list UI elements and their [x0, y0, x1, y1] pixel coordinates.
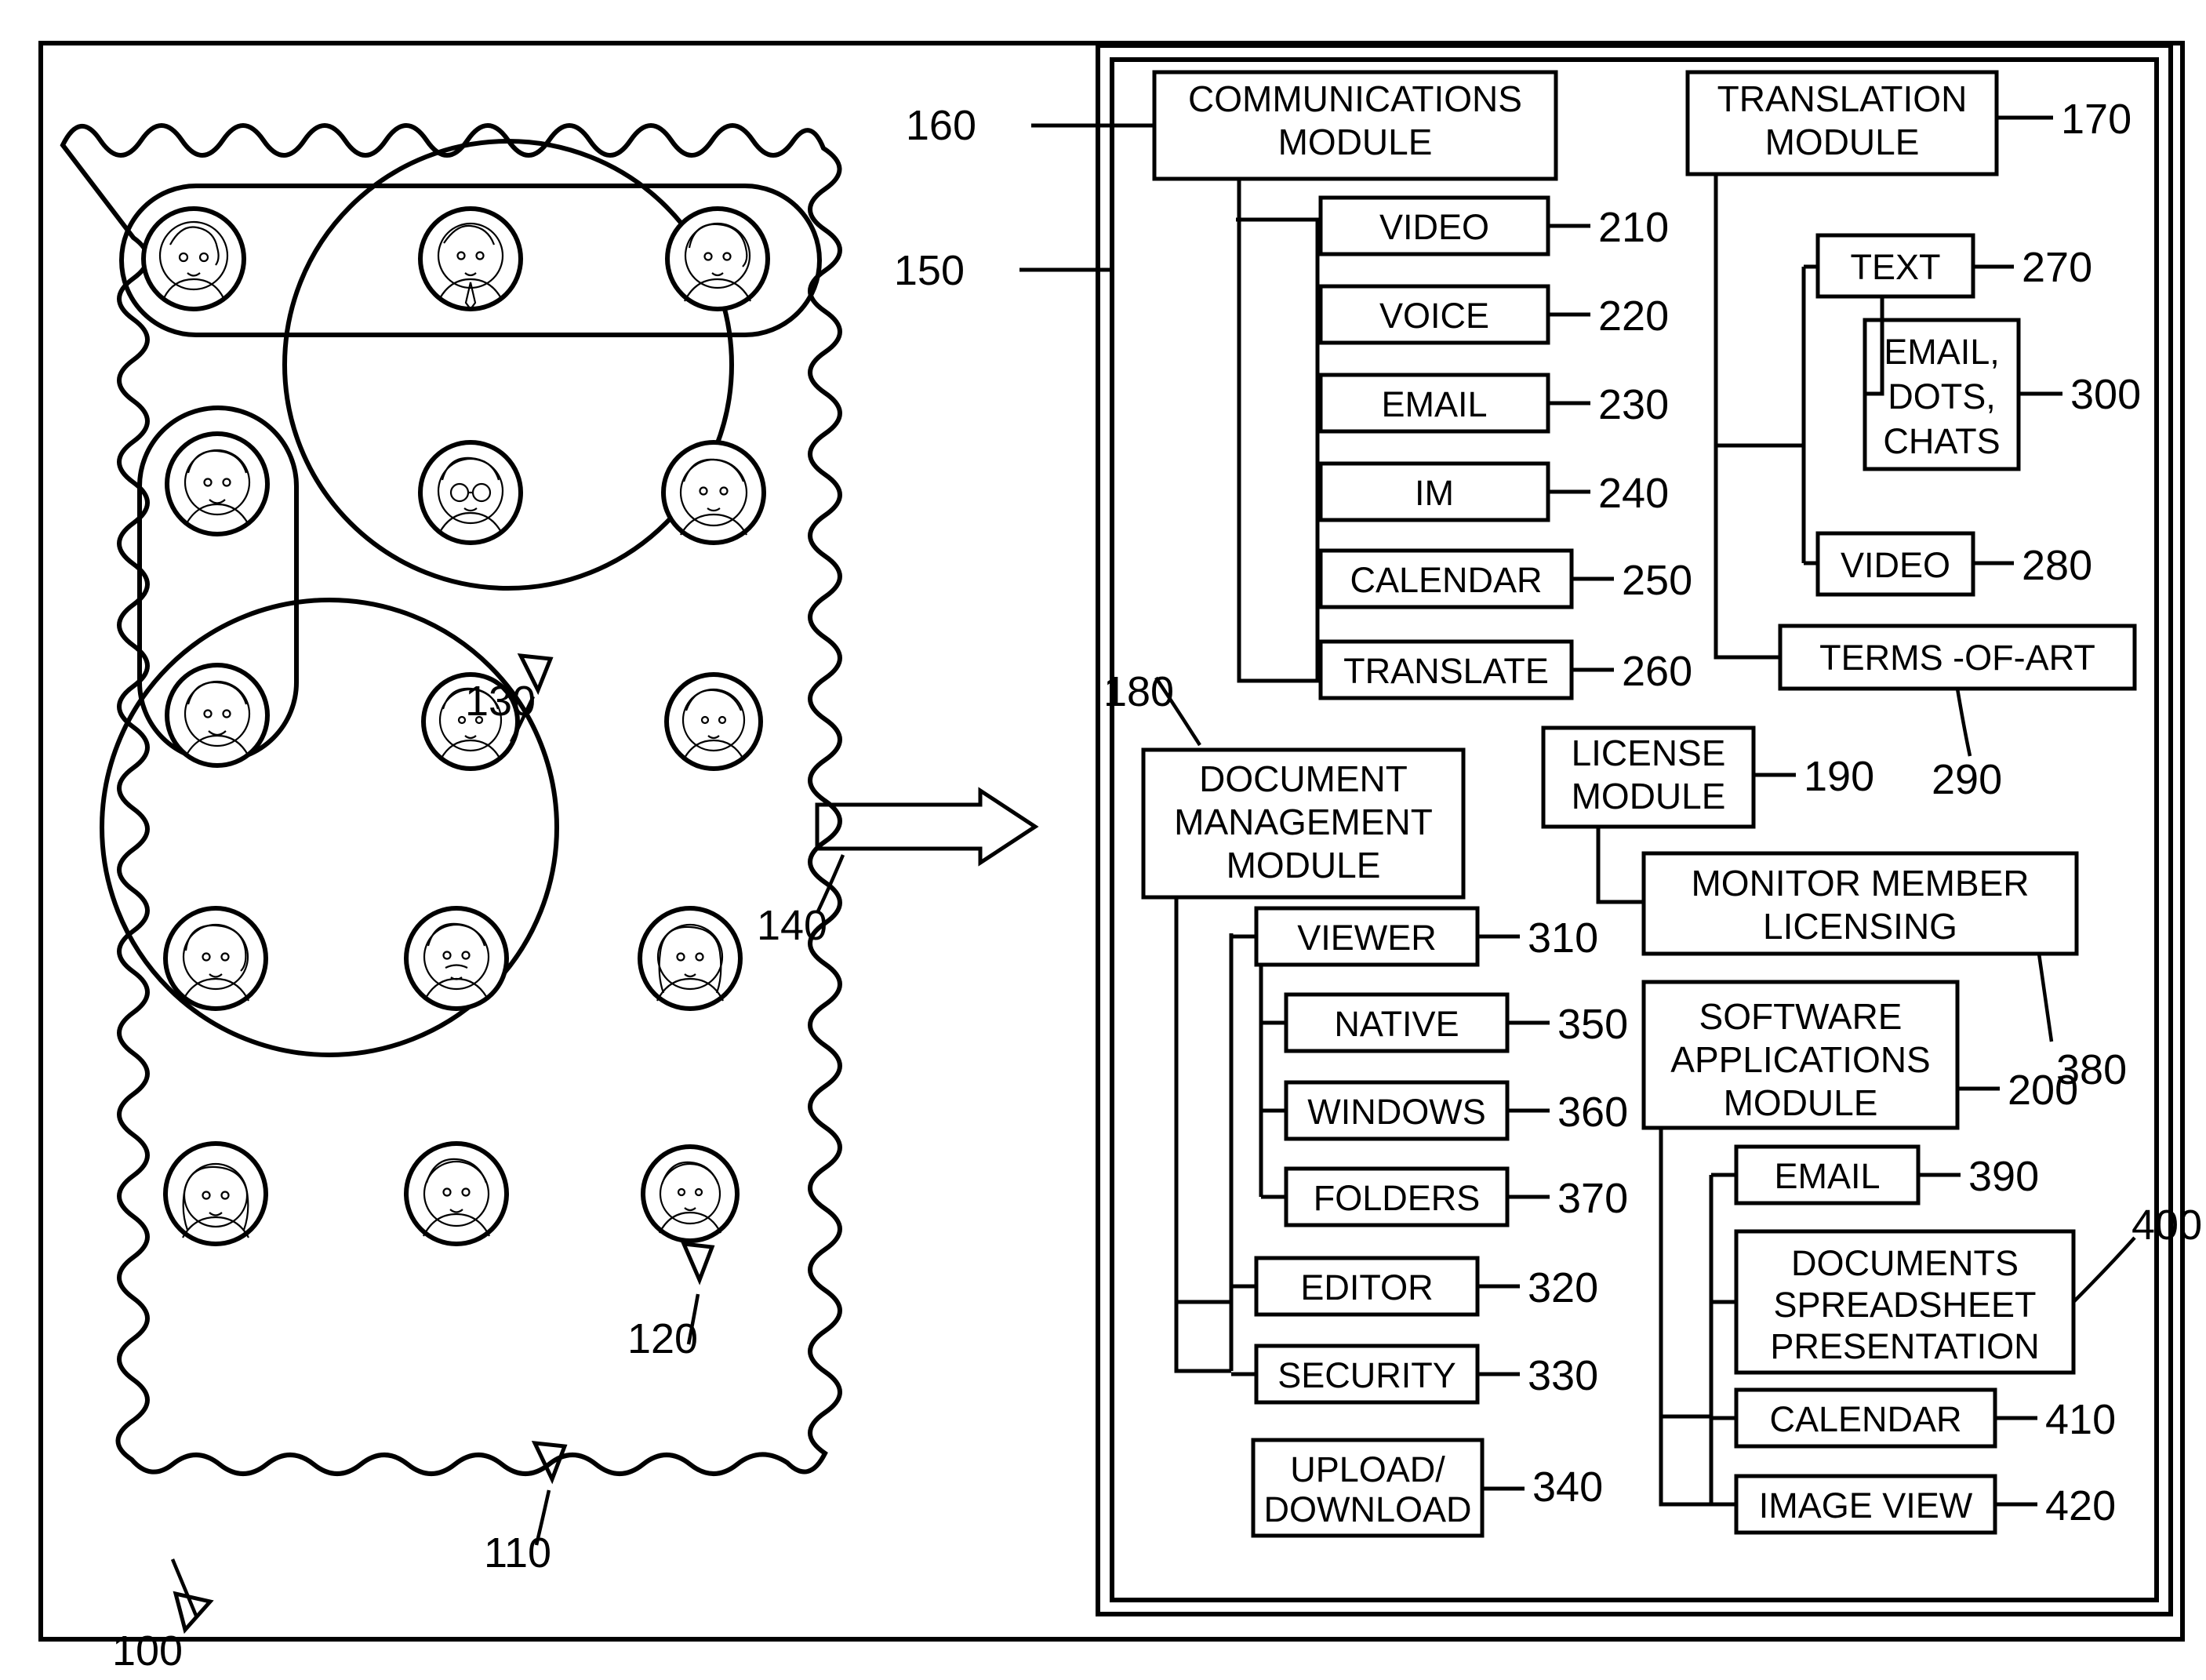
ref-140: 140 — [757, 902, 827, 949]
label-dm-line3: MODULE — [1227, 845, 1381, 885]
ref-330: 330 — [1528, 1352, 1598, 1399]
ref-260: 260 — [1622, 648, 1692, 695]
ref-190: 190 — [1804, 753, 1874, 800]
label-video-210: VIDEO — [1379, 207, 1489, 247]
ref-300: 300 — [2070, 371, 2141, 418]
ref-350: 350 — [1557, 1001, 1628, 1048]
label-folders-370: FOLDERS — [1314, 1178, 1481, 1218]
figure-text: 130 120 110 100 140 150 160 COMMUNICATIO… — [112, 78, 2202, 1675]
label-editor-320: EDITOR — [1300, 1267, 1433, 1307]
ref-250: 250 — [1622, 557, 1692, 604]
label-sam-line2: APPLICATIONS — [1670, 1039, 1930, 1080]
label-docs-line2: SPREADSHEET — [1773, 1285, 2036, 1325]
label-translation-module-line1: TRANSLATION — [1717, 78, 1968, 119]
ref-210: 210 — [1598, 204, 1669, 251]
ref-420: 420 — [2045, 1482, 2116, 1529]
label-calendar-250: CALENDAR — [1350, 560, 1542, 600]
ref-290: 290 — [1932, 756, 2002, 803]
label-terms-of-art-290: TERMS -OF-ART — [1819, 638, 2095, 678]
label-license-line2: MODULE — [1572, 776, 1726, 816]
ref-130: 130 — [465, 678, 536, 725]
label-license-line1: LICENSE — [1572, 733, 1726, 773]
label-security-330: SECURITY — [1277, 1355, 1456, 1395]
label-text-270: TEXT — [1850, 247, 1940, 287]
ref-240: 240 — [1598, 470, 1669, 517]
label-upload-line1: UPLOAD/ — [1290, 1449, 1445, 1489]
label-edc-line1: EMAIL, — [1884, 332, 2000, 372]
ref-180: 180 — [1103, 668, 1174, 715]
label-communications-module-line1: COMMUNICATIONS — [1188, 78, 1522, 119]
ref-160: 160 — [906, 102, 976, 149]
label-communications-module-line2: MODULE — [1278, 122, 1433, 162]
ref-370: 370 — [1557, 1175, 1628, 1222]
label-sam-line3: MODULE — [1724, 1082, 1878, 1123]
label-voice-220: VOICE — [1379, 296, 1489, 336]
label-upload-line2: DOWNLOAD — [1263, 1489, 1471, 1529]
label-docs-line1: DOCUMENTS — [1791, 1243, 2019, 1283]
label-windows-360: WINDOWS — [1307, 1092, 1485, 1132]
ref-270: 270 — [2022, 244, 2092, 291]
ref-150: 150 — [894, 247, 965, 294]
ref-120: 120 — [627, 1315, 698, 1362]
ref-340: 340 — [1532, 1464, 1603, 1511]
label-mml-line1: MONITOR MEMBER — [1691, 863, 2029, 904]
ref-390: 390 — [1968, 1153, 2039, 1200]
patent-figure: 130 120 110 100 140 150 160 COMMUNICATIO… — [0, 0, 2206, 1680]
ref-170: 170 — [2061, 96, 2131, 143]
label-translation-video-280: VIDEO — [1841, 545, 1950, 585]
ref-410: 410 — [2045, 1396, 2116, 1443]
label-native-350: NATIVE — [1334, 1004, 1459, 1044]
ref-320: 320 — [1528, 1264, 1598, 1311]
ref-110: 110 — [484, 1529, 551, 1576]
label-app-email-390: EMAIL — [1774, 1156, 1880, 1196]
ref-230: 230 — [1598, 381, 1669, 428]
label-email-230: EMAIL — [1381, 384, 1487, 424]
ref-220: 220 — [1598, 293, 1669, 340]
label-dm-line2: MANAGEMENT — [1174, 802, 1433, 842]
label-translate-260: TRANSLATE — [1343, 651, 1549, 691]
label-docs-line3: PRESENTATION — [1770, 1326, 2039, 1366]
label-sam-line1: SOFTWARE — [1699, 996, 1903, 1037]
label-app-calendar-410: CALENDAR — [1769, 1399, 1961, 1439]
ref-400: 400 — [2131, 1202, 2202, 1249]
label-edc-line3: CHATS — [1883, 421, 2000, 461]
label-image-view-420: IMAGE VIEW — [1759, 1485, 1973, 1525]
ref-100: 100 — [112, 1627, 183, 1675]
label-edc-line2: DOTS, — [1888, 376, 1996, 416]
label-mml-line2: LICENSING — [1763, 906, 1957, 947]
ref-280: 280 — [2022, 542, 2092, 589]
label-translation-module-line2: MODULE — [1765, 122, 1920, 162]
ref-200: 200 — [2008, 1067, 2078, 1114]
label-dm-line1: DOCUMENT — [1199, 758, 1408, 799]
label-viewer-310: VIEWER — [1297, 918, 1437, 958]
label-im-240: IM — [1415, 473, 1454, 513]
ref-360: 360 — [1557, 1089, 1628, 1136]
ref-310: 310 — [1528, 915, 1598, 962]
